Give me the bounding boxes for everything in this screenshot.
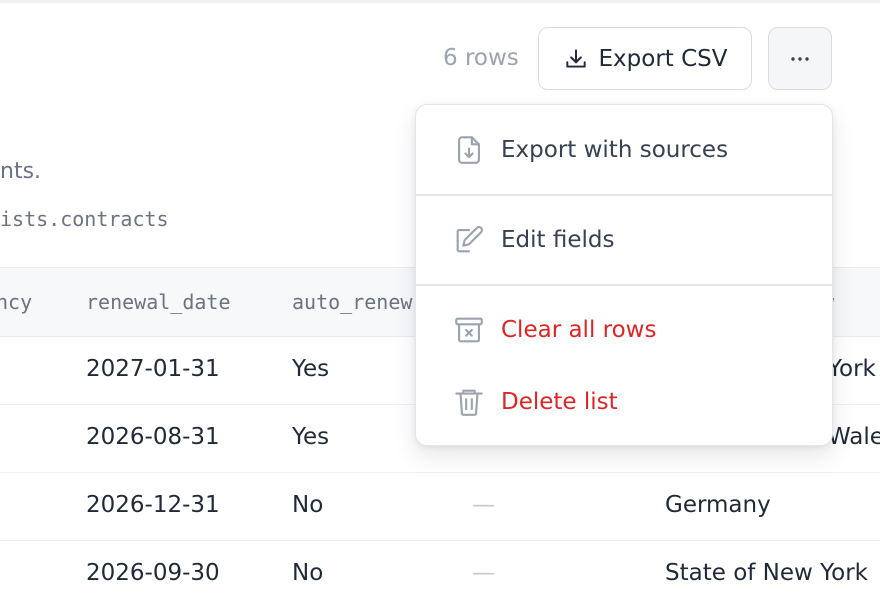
menu-item-export-with-sources[interactable]: Export with sources xyxy=(416,115,832,185)
trash-icon xyxy=(455,389,483,416)
list-source: ists.contracts xyxy=(0,207,169,231)
menu-item-label: Export with sources xyxy=(501,137,729,163)
column-header[interactable]: ncy xyxy=(0,290,32,314)
cell-renewal-date: 2026-12-31 xyxy=(86,492,220,518)
top-divider xyxy=(0,0,880,3)
table-row[interactable]: 2026-12-31 No — Germany xyxy=(0,473,880,541)
more-options-menu: Export with sources Edit fields Clear al… xyxy=(415,104,833,446)
menu-item-label: Delete list xyxy=(501,389,618,415)
column-header-auto-renew[interactable]: auto_renew xyxy=(292,290,412,314)
menu-item-edit-fields[interactable]: Edit fields xyxy=(416,205,832,275)
menu-item-clear-all-rows[interactable]: Clear all rows xyxy=(416,295,832,365)
cell-governing-law: Wale xyxy=(828,424,880,450)
cell-governing-law: York xyxy=(828,356,876,382)
menu-item-label: Clear all rows xyxy=(501,317,657,343)
export-csv-label: Export CSV xyxy=(598,45,728,72)
cell-auto-renew: Yes xyxy=(292,356,330,382)
table-row[interactable]: 2026-09-30 No — State of New York xyxy=(0,541,880,600)
cell-auto-renew: No xyxy=(292,492,324,518)
menu-divider xyxy=(416,284,832,286)
cell-governing-law: State of New York xyxy=(665,560,868,586)
row-count: 6 rows xyxy=(443,45,519,71)
more-options-button[interactable] xyxy=(768,27,832,90)
archive-x-icon xyxy=(455,317,483,343)
cell-empty: — xyxy=(472,492,495,518)
download-icon xyxy=(565,48,586,68)
export-csv-button[interactable]: Export CSV xyxy=(538,27,752,90)
menu-divider xyxy=(416,194,832,196)
cell-renewal-date: 2026-09-30 xyxy=(86,560,220,586)
cell-renewal-date: 2026-08-31 xyxy=(86,424,220,450)
cell-auto-renew: Yes xyxy=(292,424,330,450)
column-header-renewal-date[interactable]: renewal_date xyxy=(86,290,231,314)
menu-item-label: Edit fields xyxy=(501,227,615,253)
menu-item-delete-list[interactable]: Delete list xyxy=(416,367,832,437)
cell-empty: — xyxy=(472,560,495,586)
more-horizontal-icon xyxy=(791,56,809,61)
pencil-icon xyxy=(456,226,483,253)
cell-governing-law: Germany xyxy=(665,492,771,518)
cell-auto-renew: No xyxy=(292,560,324,586)
file-download-icon xyxy=(458,136,480,164)
list-description: nts. xyxy=(0,159,42,184)
cell-renewal-date: 2027-01-31 xyxy=(86,356,220,382)
